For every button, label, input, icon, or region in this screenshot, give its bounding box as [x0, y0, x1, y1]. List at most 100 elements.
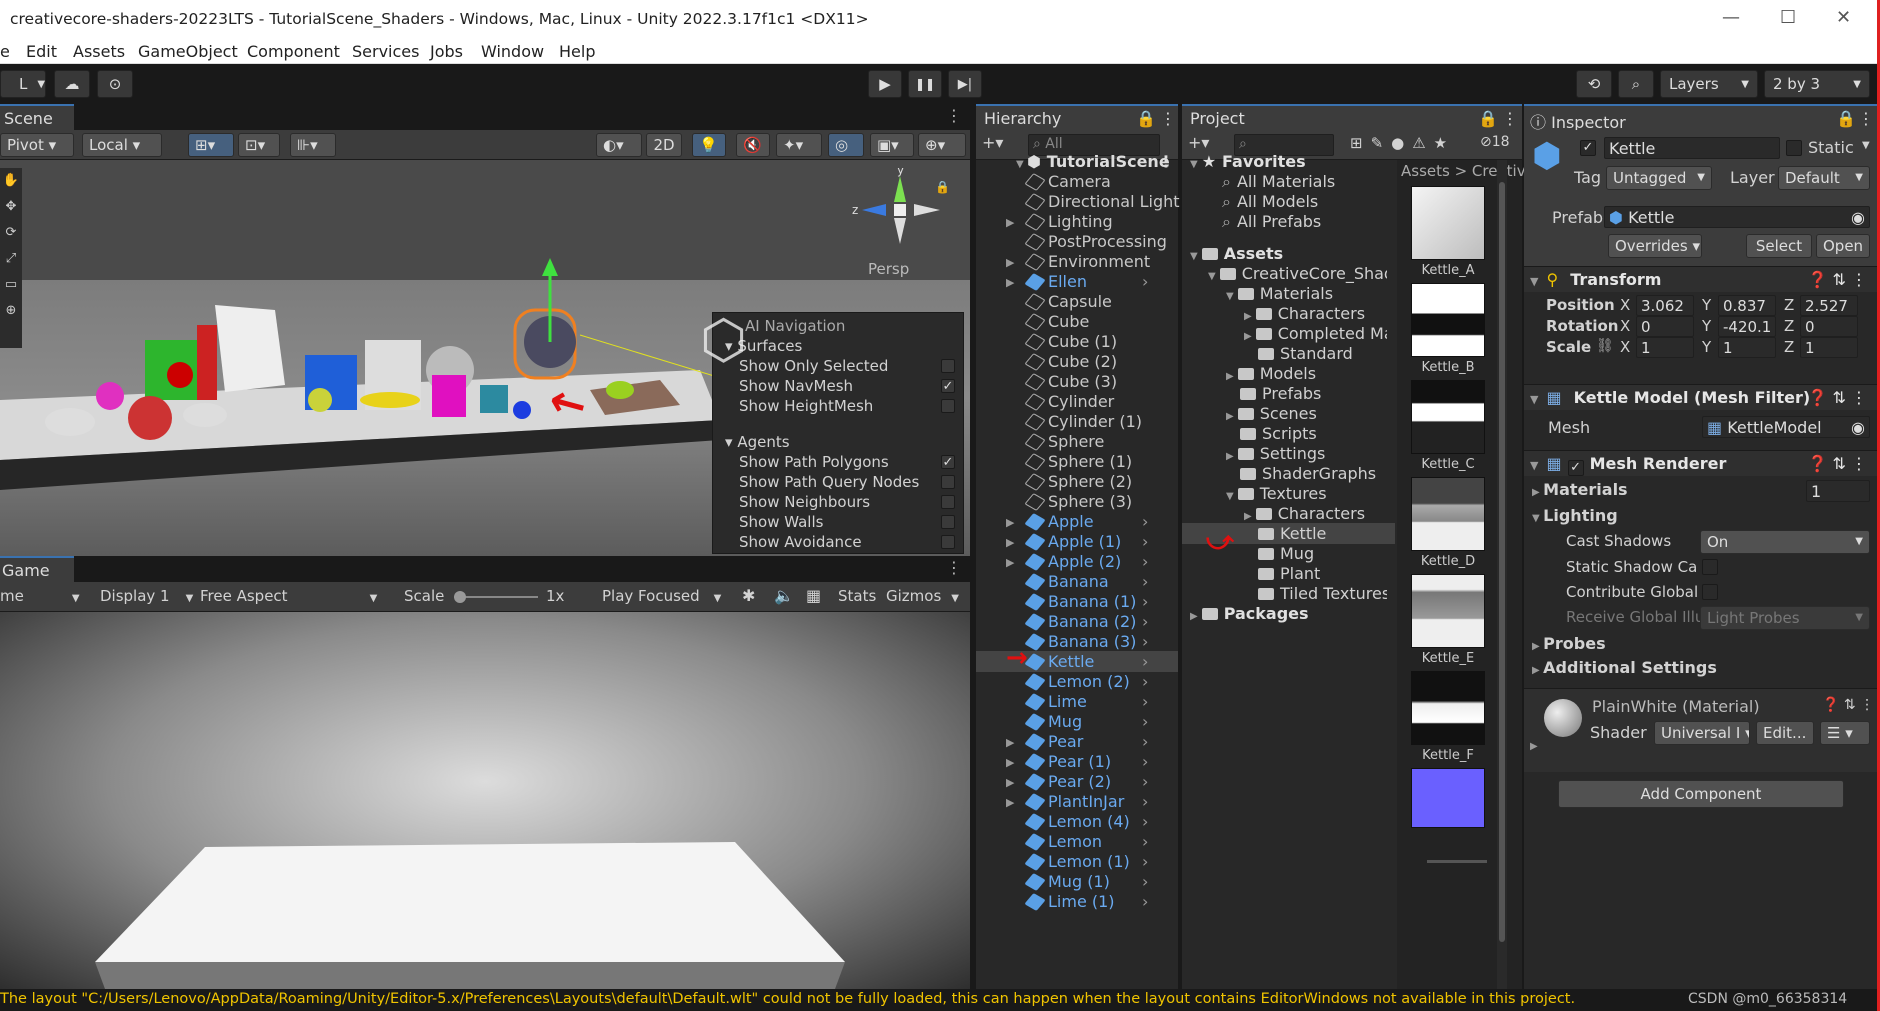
cast-shadows-dropdown[interactable]: On ▼	[1700, 530, 1870, 554]
nav-option[interactable]: Show Only Selected	[739, 357, 939, 375]
project-tree-item[interactable]: ⌕ All Materials	[1208, 172, 1387, 192]
add-component-button[interactable]: Add Component	[1558, 780, 1844, 808]
hierarchy-item[interactable]: Cube (3)	[1006, 372, 1176, 392]
scale-y-field[interactable]: 1	[1718, 337, 1776, 358]
hierarchy-item[interactable]: ▶ Pear ›	[1006, 732, 1176, 752]
hierarchy-item[interactable]: Camera	[1006, 172, 1176, 192]
nav-option-checkbox[interactable]: ✓	[941, 379, 955, 394]
agents-foldout[interactable]: ▾ Agents	[725, 433, 790, 451]
shader-dropdown[interactable]: Universal I ▾	[1654, 721, 1750, 745]
chevron-right-icon[interactable]: ▶	[1226, 411, 1234, 422]
project-tree-item[interactable]: ▼ Assets	[1190, 244, 1387, 264]
project-tree-item[interactable]: Prefabs	[1226, 384, 1387, 404]
static-shadow-checkbox[interactable]	[1702, 559, 1718, 575]
project-tree-item[interactable]: ▶ Completed Materials	[1244, 324, 1387, 344]
tab-hierarchy[interactable]: Hierarchy 🔒 ⋮	[976, 104, 1178, 130]
project-tree-item[interactable]: ▶ Models	[1226, 364, 1387, 384]
expand-arrow-icon[interactable]: ▶	[1006, 776, 1014, 789]
account-dropdown[interactable]: L ▼	[0, 70, 46, 98]
project-tree-item[interactable]: ▶ Characters	[1244, 304, 1387, 324]
layout-dropdown[interactable]: 2 by 3 ▼	[1764, 70, 1870, 98]
scene-root[interactable]: ▼ ⬢ TutorialScene ⋮	[1016, 152, 1174, 172]
maximize-button[interactable]: ☐	[1780, 7, 1796, 28]
tag-dropdown[interactable]: Untagged ▼	[1606, 166, 1712, 190]
chevron-right-icon[interactable]: ›	[1142, 532, 1148, 551]
static-checkbox[interactable]	[1786, 140, 1802, 156]
lighting-toggle-icon[interactable]: 💡	[692, 133, 726, 157]
project-tree-item[interactable]: ⌕ All Models	[1208, 192, 1387, 212]
kebab-icon[interactable]: ⋮	[946, 106, 962, 125]
hierarchy-item[interactable]: Banana (1) ›	[1006, 592, 1176, 612]
layer-dropdown[interactable]: Default ▼	[1778, 166, 1870, 190]
texture-thumbnail[interactable]	[1411, 574, 1485, 648]
expand-arrow-icon[interactable]: ▶	[1006, 756, 1014, 769]
scene-viewport[interactable]: y z Persp 🔒 AI Navigation ▾ Surfaces Sho…	[0, 160, 970, 556]
kebab-icon[interactable]: ⋮	[1502, 109, 1518, 128]
chevron-down-icon[interactable]: ▼	[1226, 291, 1234, 302]
chevron-right-icon[interactable]: ▶	[1226, 451, 1234, 462]
scale-slider[interactable]	[454, 591, 538, 603]
hierarchy-item[interactable]: Lemon ›	[1006, 832, 1176, 852]
chevron-right-icon[interactable]: ›	[1142, 812, 1148, 831]
project-tree-item[interactable]: ▶ Characters	[1244, 504, 1387, 524]
project-tree-item[interactable]: Tiled Textures	[1244, 584, 1387, 604]
nav-option-checkbox[interactable]	[941, 495, 955, 509]
nav-option-checkbox[interactable]	[941, 475, 955, 489]
menu-help[interactable]: Help	[559, 42, 595, 61]
overrides-dropdown[interactable]: Overrides ▾	[1608, 234, 1702, 258]
project-tree-item[interactable]: ▼ Textures	[1226, 484, 1387, 504]
persp-label[interactable]: Persp	[868, 260, 909, 278]
chevron-right-icon[interactable]: ›	[1142, 692, 1148, 711]
thumbnail-size-slider[interactable]	[1427, 860, 1487, 863]
hierarchy-item[interactable]: Cube (2)	[1006, 352, 1176, 372]
contribute-gi-checkbox[interactable]	[1702, 584, 1718, 600]
chevron-right-icon[interactable]: ›	[1142, 612, 1148, 631]
hierarchy-item[interactable]: Cylinder	[1006, 392, 1176, 412]
chevron-right-icon[interactable]: ›	[1142, 272, 1148, 291]
hidden-objects-icon[interactable]: ◎	[828, 133, 864, 157]
play-focused-dropdown[interactable]: Play Focused ▼	[602, 587, 721, 605]
texture-thumbnail[interactable]	[1411, 477, 1485, 551]
history-icon[interactable]: ⟲	[1576, 70, 1612, 98]
open-button[interactable]: Open	[1816, 234, 1870, 258]
stats-button[interactable]: Stats	[838, 587, 876, 605]
draw-mode-icon[interactable]: ◐▾	[596, 133, 642, 157]
chevron-right-icon[interactable]: ›	[1142, 892, 1148, 911]
game-viewport[interactable]	[0, 612, 970, 989]
component-menu-icons[interactable]: ❓ ⇅ ⋮	[1822, 697, 1874, 713]
chevron-right-icon[interactable]: ›	[1142, 672, 1148, 691]
nav-option[interactable]: Show Neighbours	[739, 493, 939, 511]
display-dropdown[interactable]: Display 1 ▼	[100, 587, 193, 605]
chevron-right-icon[interactable]: ›	[1142, 732, 1148, 751]
mesh-filter-header[interactable]: ▼ ▦ Kettle Model (Mesh Filter) ❓ ⇅ ⋮	[1524, 384, 1877, 410]
chevron-right-icon[interactable]: ›	[1142, 872, 1148, 891]
texture-thumbnail[interactable]	[1411, 671, 1485, 745]
hierarchy-item[interactable]: Sphere (1)	[1006, 452, 1176, 472]
hierarchy-item[interactable]: ▶ Lighting	[1006, 212, 1176, 232]
hierarchy-item[interactable]: ▶ Ellen ›	[1006, 272, 1176, 292]
gizmos-dropdown[interactable]: Gizmos ▼	[886, 587, 959, 605]
expand-arrow-icon[interactable]: ▶	[1006, 516, 1014, 529]
rotation-z-field[interactable]: 0	[1800, 316, 1858, 337]
chevron-right-icon[interactable]: ▶	[1226, 371, 1234, 382]
component-menu-icons[interactable]: ❓ ⇅ ⋮	[1808, 270, 1868, 289]
hierarchy-item[interactable]: Cube	[1006, 312, 1176, 332]
hierarchy-item[interactable]: Banana ›	[1006, 572, 1176, 592]
nav-option-checkbox[interactable]	[941, 359, 955, 373]
prefab-field[interactable]: ⬢ Kettle ◉	[1604, 206, 1870, 228]
nav-option[interactable]: Show HeightMesh	[739, 397, 939, 415]
close-button[interactable]: ✕	[1836, 7, 1851, 28]
cloud-icon[interactable]: ☁	[54, 70, 90, 98]
active-checkbox[interactable]: ✓	[1580, 140, 1596, 156]
step-button[interactable]: ▶|	[948, 70, 982, 98]
game-view-dropdown[interactable]: me ▼	[0, 587, 80, 605]
tool-icons[interactable]: ✋ ✥ ⟳ ⤢ ▭ ⊕	[0, 168, 22, 324]
lighting-foldout[interactable]: ▼ Lighting	[1532, 506, 1618, 525]
pause-button[interactable]: ❚❚	[908, 70, 942, 98]
mesh-field[interactable]: ▦ KettleModel ◉	[1702, 416, 1870, 438]
chevron-right-icon[interactable]: ›	[1142, 752, 1148, 771]
filter-icons[interactable]: ⊞✎●⚠★	[1350, 134, 1455, 152]
increment-snap-icon[interactable]: ⊡▾	[238, 133, 280, 157]
hierarchy-item[interactable]: Cylinder (1)	[1006, 412, 1176, 432]
probes-foldout[interactable]: ▶ Probes	[1532, 634, 1606, 653]
